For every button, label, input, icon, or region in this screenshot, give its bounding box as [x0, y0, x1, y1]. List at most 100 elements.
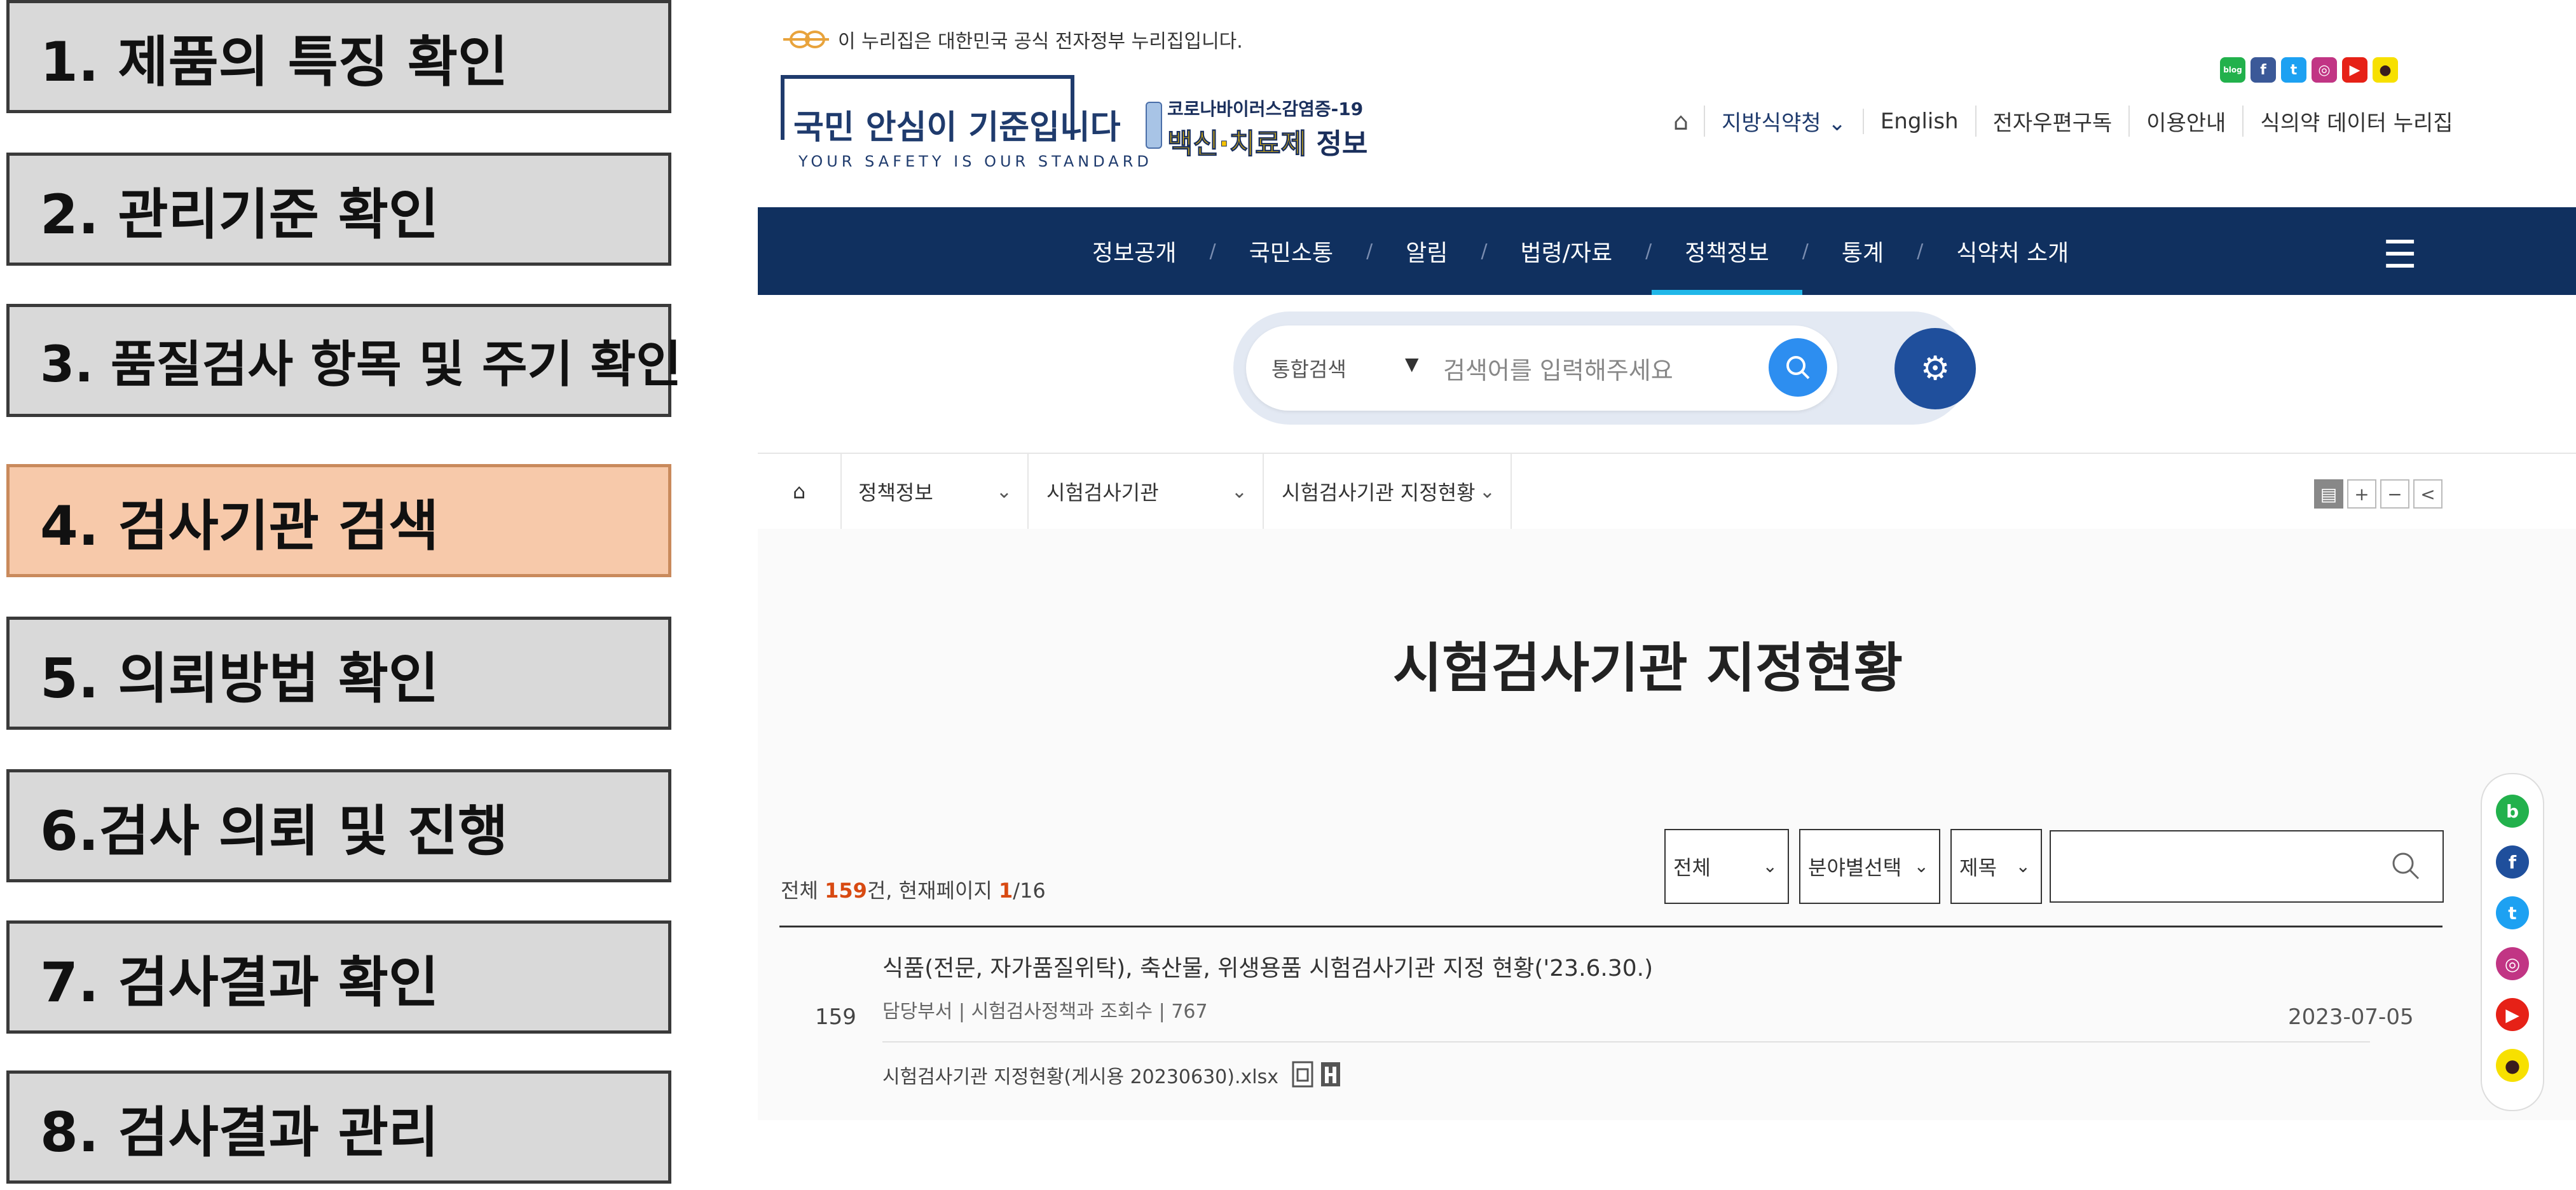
chevron-down-icon: ⌄: [1231, 480, 1247, 503]
breadcrumb: ⌂ 정책정보 ⌄ 시험검사기관 ⌄ 시험검사기관 지정현황 ⌄ ▤ + − <: [758, 453, 2576, 530]
nav-separator: /: [1645, 240, 1652, 263]
step-label: 1. 제품의 특징 확인: [40, 30, 509, 94]
attachment: 시험검사기관 지정현황(게시용 20230630).xlsx: [882, 1060, 1343, 1090]
instagram-icon[interactable]: ◎: [2312, 57, 2337, 83]
row-divider: [882, 1041, 2370, 1043]
util-nav-english[interactable]: English: [1862, 108, 1975, 134]
youtube-icon[interactable]: ▶: [2342, 57, 2367, 83]
nav-laws[interactable]: 법령/자료: [1488, 207, 1646, 295]
home-icon[interactable]: ⌂: [1673, 107, 1689, 135]
step-label: 7. 검사결과 확인: [40, 950, 439, 1015]
nav-separator: /: [1366, 240, 1373, 263]
step-list: 1. 제품의 특징 확인 2. 관리기준 확인 3. 품질검사 항목 및 주기 …: [6, 0, 682, 1190]
share-icon[interactable]: <: [2413, 479, 2442, 509]
result-count: 전체 159건, 현재페이지 1/16: [781, 879, 1046, 903]
blog-icon[interactable]: blog: [2220, 57, 2245, 83]
utility-nav: ⌂ 지방식약청 ⌄ English 전자우편구독 이용안내 식의약 데이터 누리…: [1673, 106, 2470, 137]
nav-statistics[interactable]: 통계: [1809, 207, 1917, 295]
post-title-link[interactable]: 식품(전문, 자가품질위탁), 축산물, 위생용품 시험검사기관 지정 현황('…: [882, 950, 1653, 983]
step-5: 5. 의뢰방법 확인: [6, 617, 671, 730]
nav-about[interactable]: 식약처 소개: [1923, 207, 2102, 295]
search-area: 통합검색 ▼ 검색어를 입력해주세요 ⚙: [1233, 311, 1976, 425]
social-links-top: blog f t ◎ ▶ ●: [2220, 57, 2398, 83]
step-label: 8. 검사결과 관리: [40, 1100, 439, 1165]
breadcrumb-home[interactable]: ⌂: [758, 454, 842, 529]
site-logo[interactable]: 국민 안심이 기준입니다 YOUR SAFETY IS OUR STANDARD: [781, 75, 1149, 177]
kakaotalk-icon[interactable]: ●: [2496, 1049, 2529, 1082]
attachment-link[interactable]: 시험검사기관 지정현황(게시용 20230630).xlsx: [882, 1061, 1278, 1089]
logo-title: 국민 안심이 기준입니다: [793, 109, 1121, 147]
breadcrumb-level3[interactable]: 시험검사기관 지정현황 ⌄: [1264, 454, 1512, 529]
home-icon: ⌂: [792, 479, 806, 503]
main-nav: 정보공개 / 국민소통 / 알림 / 법령/자료 / 정책정보 / 통계 / 식…: [758, 207, 2576, 295]
file-preview-icon[interactable]: [1291, 1060, 1315, 1090]
content-area: [758, 529, 2576, 1120]
step-3: 3. 품질검사 항목 및 주기 확인: [6, 304, 682, 417]
step-6: 6.검사 의뢰 및 진행: [6, 769, 671, 882]
step-label: 5. 의뢰방법 확인: [40, 646, 439, 711]
mfds-website: 이 누리집은 대한민국 공식 전자정부 누리집입니다. 국민 안심이 기준입니다…: [758, 0, 2576, 1190]
youtube-icon[interactable]: ▶: [2496, 998, 2529, 1031]
zoom-out-icon[interactable]: −: [2380, 479, 2409, 509]
search-button[interactable]: [1769, 338, 1827, 397]
covid-vaccine-banner[interactable]: 코로나바이러스감염증-19 백신·치료제 정보: [1146, 95, 1368, 161]
logo-subtitle: YOUR SAFETY IS OUR STANDARD: [798, 153, 1153, 170]
util-nav-guide[interactable]: 이용안내: [2128, 106, 2242, 137]
board-search-input[interactable]: [2050, 830, 2444, 903]
post-number: 159: [815, 1004, 856, 1030]
twitter-icon[interactable]: t: [2496, 896, 2529, 929]
egov-logo-icon: [783, 31, 829, 48]
chevron-down-icon: ⌄: [2015, 856, 2031, 877]
nav-info-disclosure[interactable]: 정보공개: [1059, 207, 1209, 295]
blog-icon[interactable]: b: [2496, 795, 2529, 828]
twitter-icon[interactable]: t: [2281, 57, 2306, 83]
facebook-icon[interactable]: f: [2496, 845, 2529, 879]
nav-separator: /: [1209, 240, 1216, 263]
covid-line1: 코로나바이러스감염증-19: [1167, 99, 1364, 120]
gov-banner-text: 이 누리집은 대한민국 공식 전자정부 누리집입니다.: [838, 31, 1243, 53]
util-nav-email-subscribe[interactable]: 전자우편구독: [1975, 106, 2129, 137]
list-top-border: [779, 926, 2442, 927]
step-label: 3. 품질검사 항목 및 주기 확인: [40, 336, 682, 393]
file-download-icon[interactable]: [1319, 1060, 1343, 1090]
filter-scope-select[interactable]: 전체 ⌄: [1664, 829, 1789, 904]
gov-banner: 이 누리집은 대한민국 공식 전자정부 누리집입니다.: [781, 25, 1243, 53]
breadcrumb-level2[interactable]: 시험검사기관 ⌄: [1029, 454, 1264, 529]
step-label: 4. 검사기관 검색: [40, 494, 439, 558]
kakaotalk-icon[interactable]: ●: [2373, 57, 2398, 83]
util-nav-data-portal[interactable]: 식의약 데이터 누리집: [2242, 106, 2469, 137]
nav-separator: /: [1802, 240, 1809, 263]
search-input[interactable]: 검색어를 입력해주세요: [1443, 351, 1673, 386]
search-scope-select[interactable]: 통합검색: [1271, 353, 1346, 383]
step-4-active: 4. 검사기관 검색: [6, 464, 671, 577]
covid-line2-plain: 정보: [1316, 128, 1368, 160]
search-icon[interactable]: [2389, 849, 2423, 884]
step-label: 6.검사 의뢰 및 진행: [40, 799, 509, 863]
search-box: 통합검색 ▼ 검색어를 입력해주세요: [1246, 325, 1837, 411]
facebook-icon[interactable]: f: [2251, 57, 2276, 83]
chevron-down-icon: ⌄: [1914, 856, 1929, 877]
nav-public-communication[interactable]: 국민소통: [1216, 207, 1366, 295]
page-title: 시험검사기관 지정현황: [1392, 637, 1903, 699]
chevron-down-icon: ⌄: [996, 480, 1012, 503]
filter-field-select[interactable]: 분야별선택 ⌄: [1799, 829, 1940, 904]
util-nav-regional[interactable]: 지방식약청 ⌄: [1704, 106, 1863, 137]
zoom-in-icon[interactable]: +: [2347, 479, 2376, 509]
covid-line2-highlight: 백신·치료제: [1167, 128, 1307, 161]
instagram-icon[interactable]: ◎: [2496, 947, 2529, 980]
chevron-down-icon: ⌄: [1479, 480, 1495, 503]
nav-separator: /: [1917, 240, 1924, 263]
nav-policy-info[interactable]: 정책정보: [1652, 207, 1803, 295]
step-7: 7. 검사결과 확인: [6, 920, 671, 1034]
filter-target-select[interactable]: 제목 ⌄: [1950, 829, 2042, 904]
nav-notice[interactable]: 알림: [1373, 207, 1481, 295]
page-tools: ▤ + − <: [2314, 479, 2442, 509]
step-1: 1. 제품의 특징 확인: [6, 0, 671, 113]
post-date: 2023-07-05: [2288, 1004, 2414, 1030]
vial-icon: [1146, 102, 1162, 149]
caret-down-icon[interactable]: ▼: [1405, 353, 1419, 374]
breadcrumb-level1[interactable]: 정책정보 ⌄: [840, 454, 1029, 529]
hamburger-menu-icon[interactable]: ☰: [2383, 233, 2417, 277]
search-settings-button[interactable]: ⚙: [1894, 328, 1976, 409]
print-icon[interactable]: ▤: [2314, 479, 2343, 509]
